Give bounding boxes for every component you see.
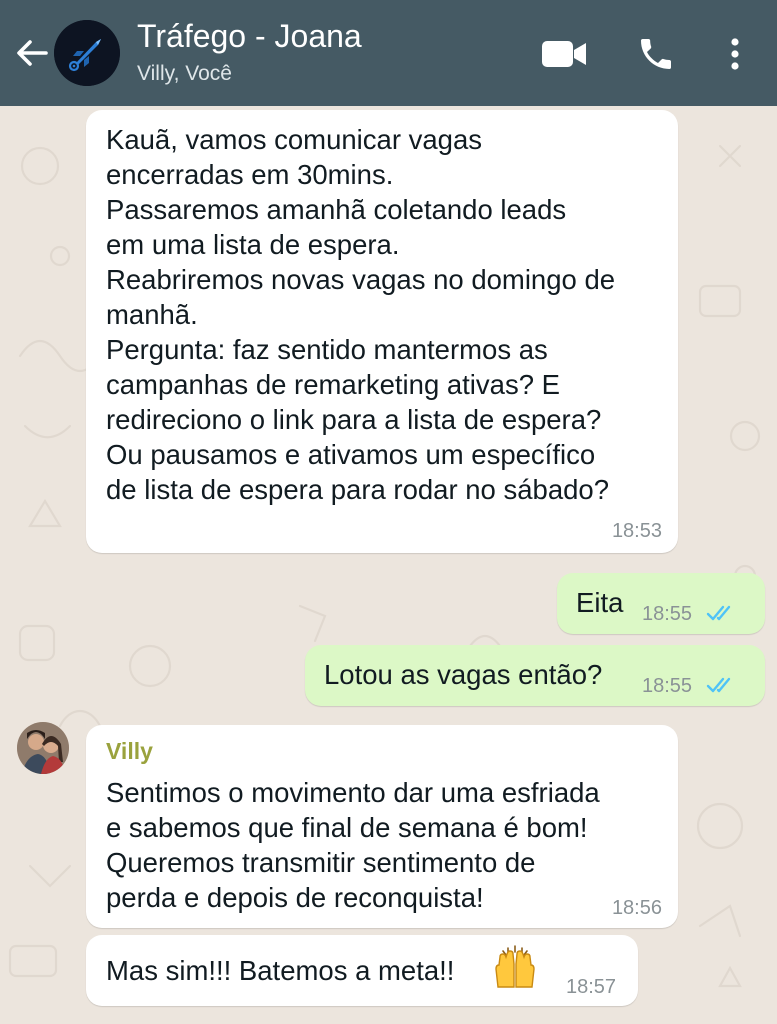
message-timestamp: 18:55	[642, 603, 693, 625]
message-text-line: de lista de espera para rodar no sábado?	[106, 474, 609, 505]
message-text-line: encerradas em 30mins.	[106, 159, 394, 190]
chat-participants[interactable]: Villy, Você	[137, 62, 232, 86]
chat-header: Tráfego - Joana Villy, Você	[0, 0, 777, 106]
more-vertical-icon[interactable]	[720, 34, 750, 74]
profile-photo	[17, 722, 69, 774]
chat-title[interactable]: Tráfego - Joana	[137, 18, 362, 55]
message-text-line: Ou pausamos e ativamos um específico	[106, 439, 596, 470]
message-timestamp: 18:55	[642, 675, 693, 697]
message-text: Lotou as vagas então?	[324, 659, 603, 690]
message-bubble-incoming[interactable]: Kauã, vamos comunicar vagas encerradas e…	[86, 110, 678, 553]
message-text-line: redireciono o link para a lista de esper…	[106, 404, 602, 435]
message-text: Mas sim!!! Batemos a meta!!	[106, 955, 455, 986]
message-bubble-outgoing[interactable]: Eita 18:55	[557, 573, 765, 634]
message-bubble-incoming[interactable]: Mas sim!!! Batemos a meta!! 18:57	[86, 935, 638, 1006]
message-text-line: manhã.	[106, 299, 198, 330]
double-check-read-icon	[706, 677, 731, 693]
phone-icon[interactable]	[636, 34, 676, 74]
message-timestamp: 18:57	[566, 976, 617, 998]
message-bubble-outgoing[interactable]: Lotou as vagas então? 18:55	[305, 645, 765, 706]
raising-hands-emoji	[495, 945, 535, 988]
message-timestamp: 18:56	[611, 897, 662, 919]
message-text-line: Queremos transmitir sentimento de	[106, 847, 536, 878]
avatar[interactable]	[17, 722, 69, 774]
message-text-line: perda e depois de reconquista!	[106, 882, 484, 913]
double-check-read-icon	[706, 605, 731, 621]
message-text-line: Kauã, vamos comunicar vagas	[106, 124, 483, 155]
message-text-line: em uma lista de espera.	[106, 229, 400, 260]
video-camera-icon[interactable]	[540, 36, 588, 72]
rocket-logo-icon	[54, 20, 120, 86]
message-text-line: campanhas de remarketing ativas? E	[106, 369, 560, 400]
message-text-line: Sentimos o movimento dar uma esfriada	[106, 777, 600, 808]
message-text-line: e sabemos que final de semana é bom!	[106, 812, 588, 843]
message-text-line: Pergunta: faz sentido mantermos as	[106, 334, 548, 365]
sender-name[interactable]: Villy	[106, 737, 153, 765]
group-avatar[interactable]	[54, 20, 120, 86]
message-text: Eita	[576, 587, 624, 618]
arrow-left-icon[interactable]	[12, 33, 52, 73]
message-timestamp: 18:53	[611, 520, 662, 542]
message-text-line: Passaremos amanhã coletando leads	[106, 194, 567, 225]
message-text-line: Reabriremos novas vagas no domingo de	[106, 264, 616, 295]
message-bubble-incoming[interactable]: Villy Sentimos o movimento dar uma esfri…	[86, 725, 678, 928]
